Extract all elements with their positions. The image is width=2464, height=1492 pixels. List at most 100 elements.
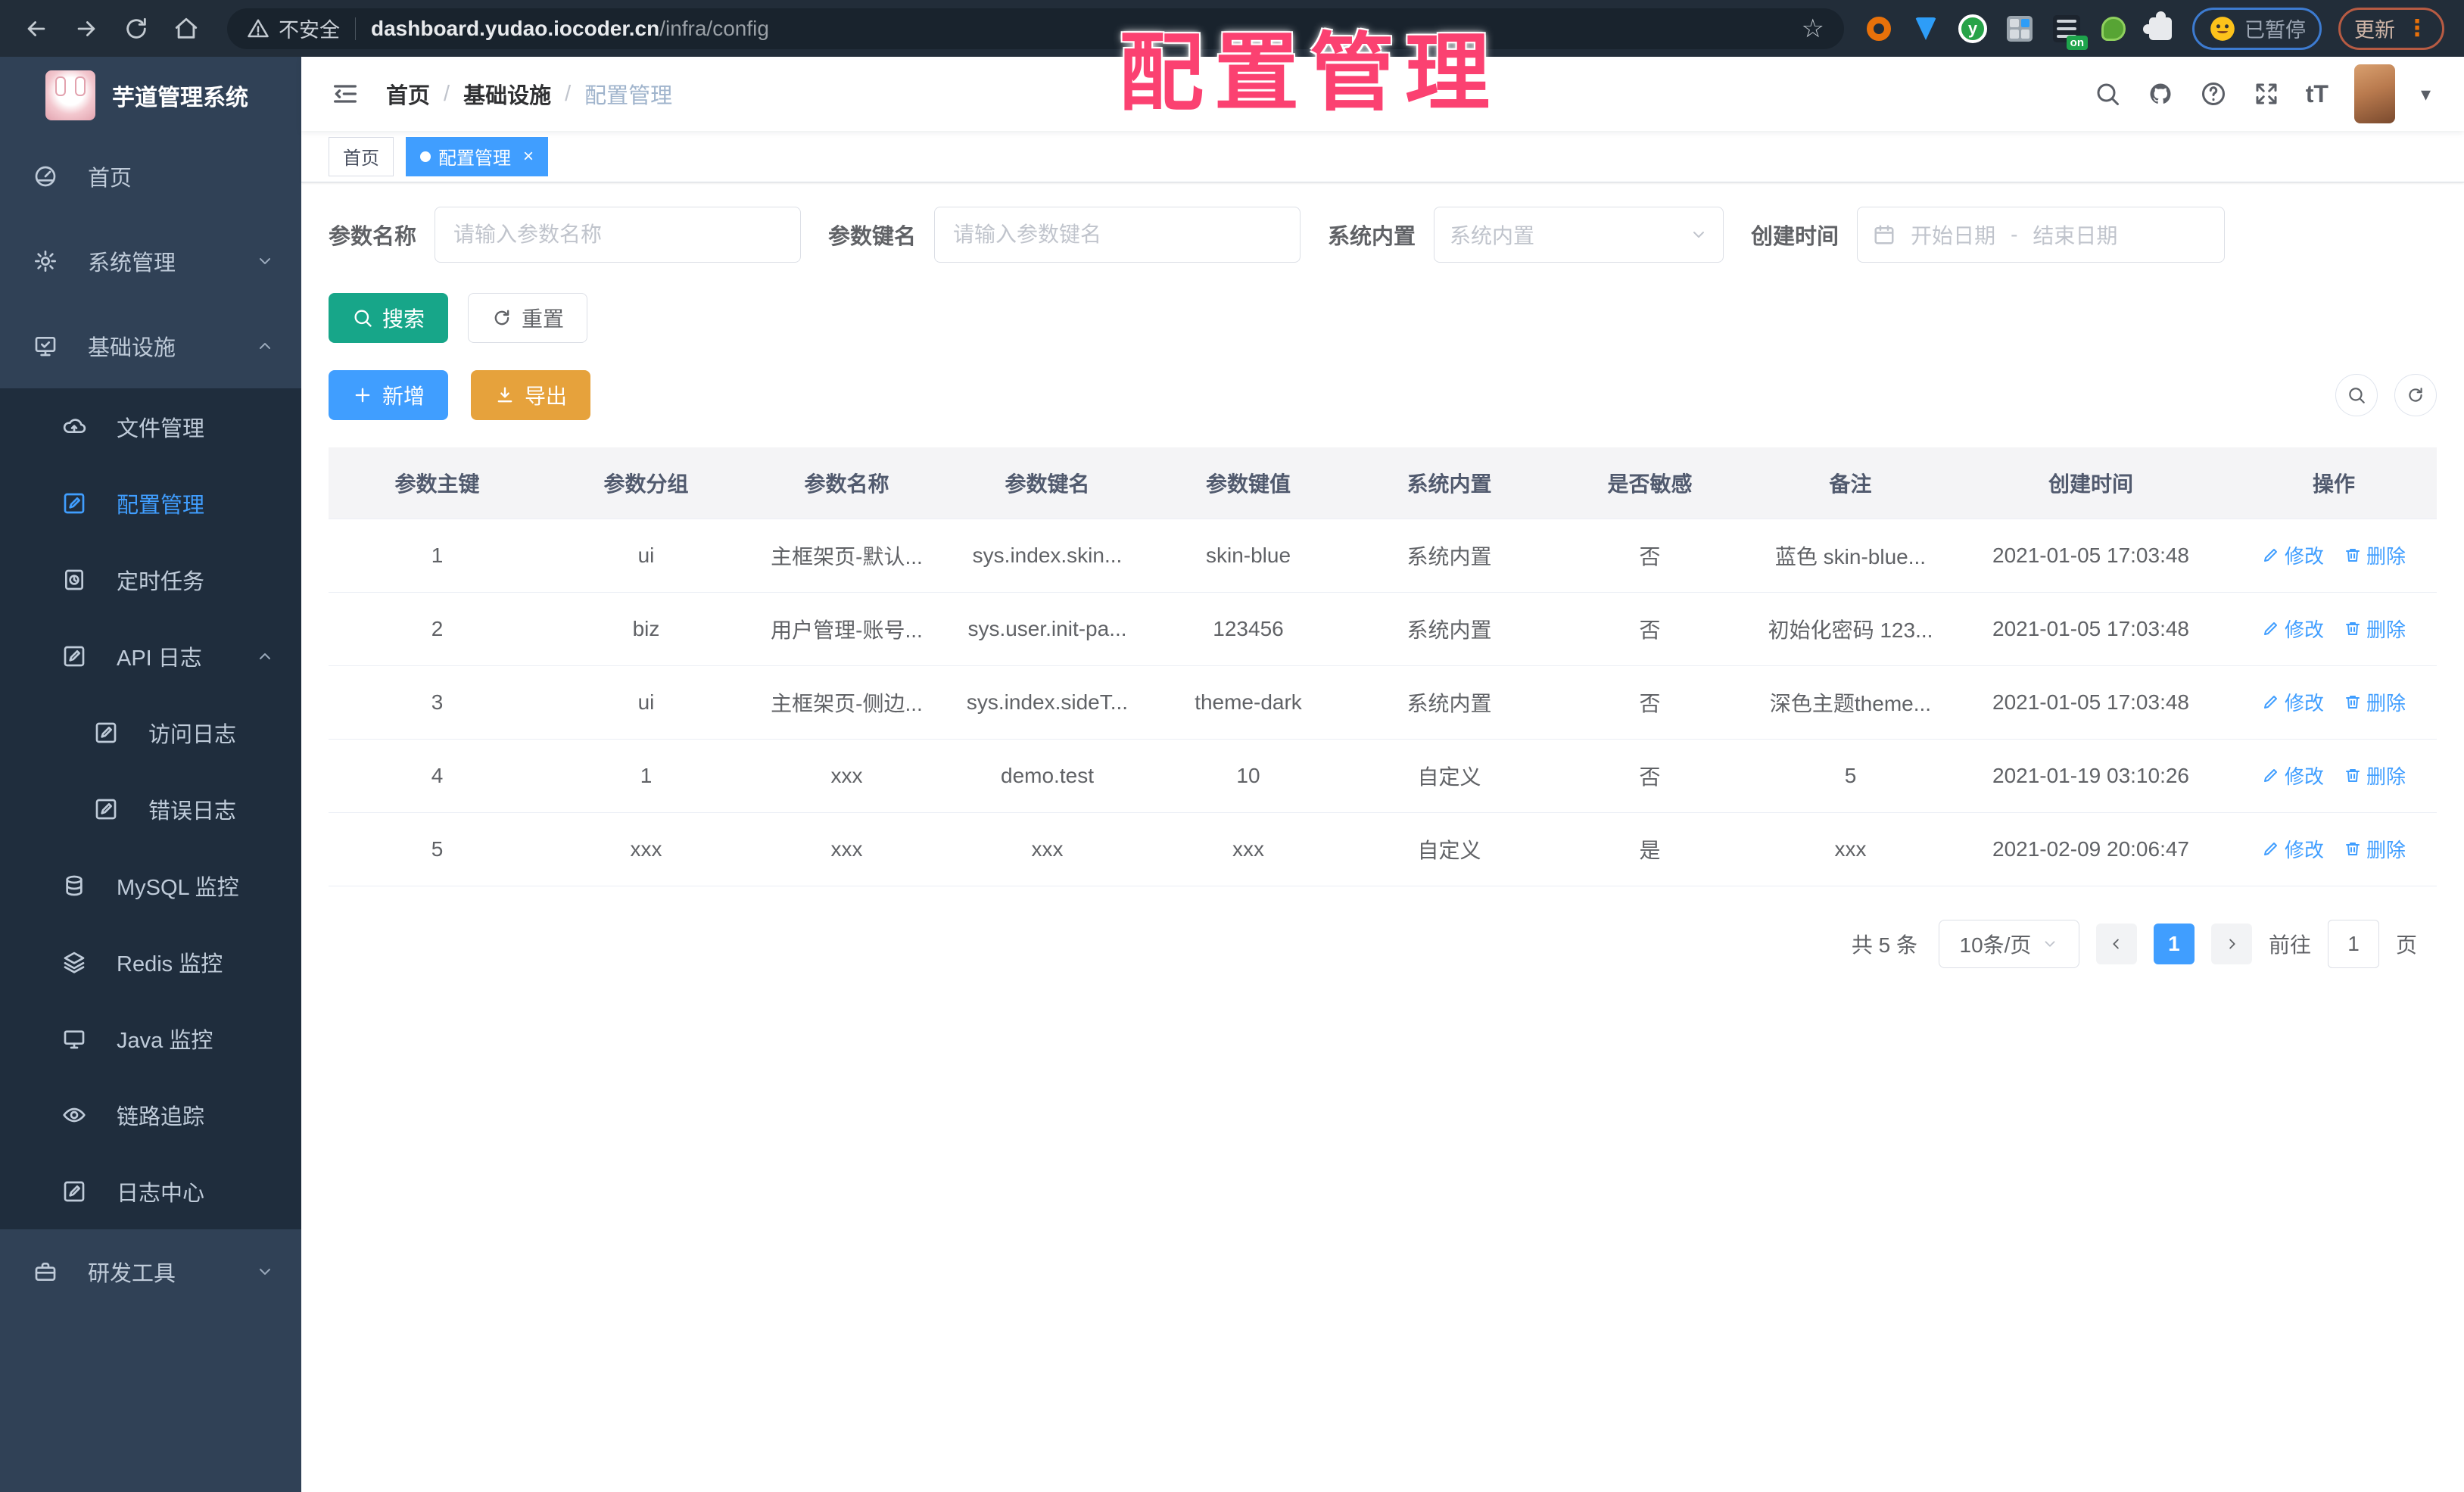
search-button-label: 搜索 — [382, 307, 425, 331]
breadcrumb-current: 配置管理 — [584, 84, 673, 108]
browser-back-button[interactable] — [20, 12, 53, 45]
page-size-select[interactable]: 10条/页 — [1938, 919, 2079, 968]
extension-leaf-icon[interactable] — [2098, 14, 2129, 44]
edit-link[interactable]: 修改 — [2262, 541, 2324, 569]
delete-link[interactable]: 删除 — [2344, 541, 2406, 569]
sidebar-item-config-manage[interactable]: 配置管理 — [0, 465, 301, 541]
close-icon[interactable]: × — [523, 146, 534, 167]
next-page-button[interactable] — [2210, 923, 2252, 964]
edit-square-icon — [62, 491, 86, 516]
breadcrumb-home[interactable]: 首页 — [386, 78, 430, 110]
edit-square-icon — [94, 797, 118, 821]
sidebar-item-access-logs[interactable]: 访问日志 — [0, 694, 301, 771]
table-row: 3 ui 主框架页-侧边... sys.index.sideT... theme… — [329, 665, 2437, 740]
sidebar-item-dev-tools[interactable]: 研发工具 — [0, 1229, 301, 1314]
cell: 系统内置 — [1349, 519, 1550, 593]
url-divider — [355, 17, 356, 40]
refresh-icon — [2406, 385, 2425, 405]
dashboard-icon — [33, 164, 58, 188]
bookmark-star-icon[interactable]: ☆ — [1802, 14, 1824, 44]
sidebar-item-mysql-monitor[interactable]: MySQL 监控 — [0, 847, 301, 924]
edit-link[interactable]: 修改 — [2262, 688, 2324, 716]
system-builtin-select[interactable]: 系统内置 — [1434, 207, 1724, 263]
extension-green-icon[interactable]: y — [1958, 14, 1988, 44]
edit-link[interactable]: 修改 — [2262, 835, 2324, 863]
extension-grid-icon[interactable] — [2005, 14, 2035, 44]
user-avatar[interactable] — [2353, 64, 2395, 123]
sidebar-item-infra[interactable]: 基础设施 — [0, 304, 301, 388]
sidebar-item-redis-monitor[interactable]: Redis 监控 — [0, 924, 301, 1000]
edit-link[interactable]: 修改 — [2262, 762, 2324, 790]
browser-home-button[interactable] — [170, 12, 203, 45]
github-icon[interactable] — [2147, 80, 2174, 107]
toggle-search-button[interactable] — [2335, 374, 2378, 416]
search-button[interactable]: 搜索 — [329, 293, 449, 343]
add-button[interactable]: 新增 — [329, 370, 449, 420]
delete-link[interactable]: 删除 — [2344, 688, 2406, 716]
sidebar-item-trace[interactable]: 链路追踪 — [0, 1076, 301, 1153]
delete-link[interactable]: 删除 — [2344, 615, 2406, 643]
app-title: 芋道管理系统 — [112, 86, 248, 111]
sidebar-fold-icon[interactable] — [330, 79, 360, 109]
extension-on-badge: on — [2066, 35, 2088, 50]
address-bar[interactable]: 不安全 dashboard.yudao.iocoder.cn /infra/co… — [227, 8, 1844, 49]
page-size-value: 10条/页 — [1959, 933, 2032, 957]
briefcase-icon — [33, 1260, 58, 1284]
chevron-down-icon — [256, 1263, 274, 1281]
browser-menu-icon[interactable]: ⋮ — [2406, 17, 2428, 39]
table-row: 2 biz 用户管理-账号... sys.user.init-pa... 123… — [329, 592, 2437, 666]
sidebar-item-system[interactable]: 系统管理 — [0, 219, 301, 304]
cell: 2 — [329, 592, 546, 666]
sidebar-item-error-logs[interactable]: 错误日志 — [0, 771, 301, 847]
browser-forward-button[interactable] — [70, 12, 103, 45]
sidebar-item-api-logs[interactable]: API 日志 — [0, 618, 301, 694]
pen-icon — [2262, 693, 2280, 711]
browser-reload-button[interactable] — [120, 12, 153, 45]
delete-link[interactable]: 删除 — [2344, 835, 2406, 863]
layers-icon — [62, 950, 86, 974]
sidebar-item-file-manage[interactable]: 文件管理 — [0, 388, 301, 465]
cell: 2021-01-05 17:03:48 — [1951, 665, 2231, 740]
col-header: 参数键名 — [947, 447, 1148, 519]
extension-puzzle-icon[interactable] — [2143, 11, 2176, 44]
goto-page-input[interactable] — [2327, 919, 2379, 968]
sidebar-item-log-center[interactable]: 日志中心 — [0, 1153, 301, 1229]
sidebar-item-home[interactable]: 首页 — [0, 134, 301, 219]
edit-link[interactable]: 修改 — [2262, 615, 2324, 643]
edit-square-icon — [94, 721, 118, 745]
param-key-input[interactable] — [934, 207, 1301, 263]
breadcrumb-infra[interactable]: 基础设施 — [463, 78, 551, 110]
reset-button[interactable]: 重置 — [468, 293, 588, 343]
export-button[interactable]: 导出 — [471, 370, 591, 420]
date-range-picker[interactable]: 开始日期 - 结束日期 — [1857, 207, 2226, 263]
sidebar-item-scheduled-jobs[interactable]: 定时任务 — [0, 541, 301, 618]
extension-pin-icon[interactable] — [1911, 14, 1941, 44]
prev-page-button[interactable] — [2095, 923, 2137, 964]
breadcrumb-separator: / — [565, 81, 572, 106]
tag-config-active[interactable]: 配置管理 × — [406, 136, 549, 176]
refresh-table-button[interactable] — [2394, 374, 2437, 416]
sidebar-item-java-monitor[interactable]: Java 监控 — [0, 1000, 301, 1076]
cell: demo.test — [947, 739, 1148, 813]
delete-link[interactable]: 删除 — [2344, 762, 2406, 790]
extension-list-icon[interactable]: on — [2051, 14, 2088, 50]
cell: 2021-01-05 17:03:48 — [1951, 592, 2231, 666]
cell: 4 — [329, 739, 546, 813]
font-size-icon[interactable]: tT — [2306, 80, 2328, 108]
cell: 是 — [1550, 812, 1750, 886]
help-icon[interactable] — [2200, 80, 2227, 107]
pen-icon — [2262, 619, 2280, 637]
current-page-button[interactable]: 1 — [2153, 923, 2195, 964]
app-logo-row[interactable]: 芋道管理系统 — [0, 57, 301, 134]
profile-paused-chip[interactable]: 已暂停 — [2192, 7, 2322, 50]
cell: 自定义 — [1349, 739, 1550, 813]
search-icon[interactable] — [2094, 80, 2121, 107]
cell: 主框架页-默认... — [746, 519, 947, 593]
param-name-input[interactable] — [435, 207, 802, 263]
extension-donut-icon[interactable] — [1864, 14, 1894, 44]
tag-home[interactable]: 首页 — [329, 136, 394, 176]
browser-update-button[interactable]: 更新 ⋮ — [2338, 7, 2444, 50]
active-dot-icon — [420, 151, 431, 162]
fullscreen-icon[interactable] — [2253, 80, 2280, 107]
avatar-caret-icon[interactable]: ▾ — [2421, 83, 2431, 106]
